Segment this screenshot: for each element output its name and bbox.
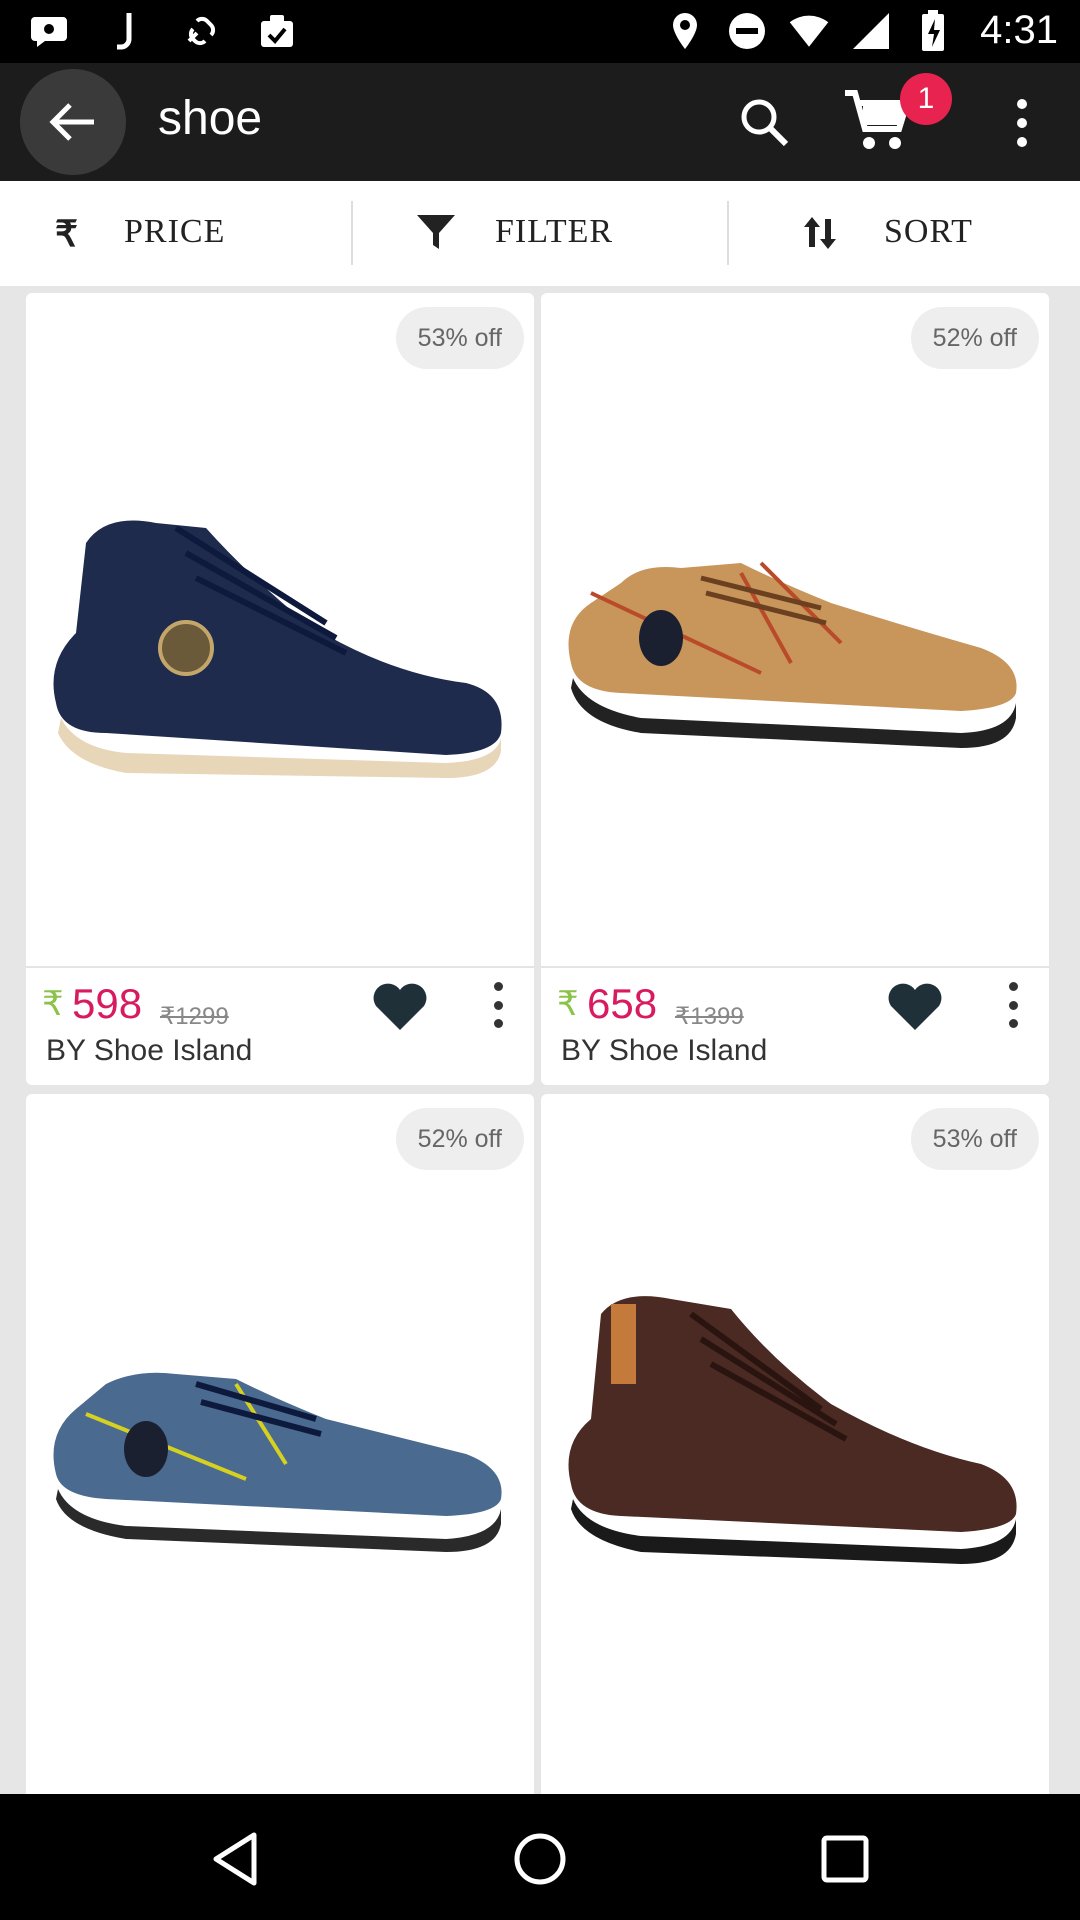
product-more-button[interactable] — [1003, 982, 1023, 1028]
clock-time: 4:31 — [980, 8, 1058, 52]
search-query-title[interactable]: shoe — [158, 91, 262, 146]
product-image[interactable] — [46, 1234, 516, 1614]
discount-badge: 53% off — [395, 307, 524, 369]
shoe-patch — [639, 610, 683, 666]
discount-badge: 53% off — [910, 1108, 1039, 1170]
system-nav-bar — [0, 1794, 1080, 1920]
divider — [351, 201, 353, 265]
sort-label: SORT — [884, 213, 973, 250]
product-more-button[interactable] — [488, 982, 508, 1028]
wishlist-heart-icon[interactable] — [887, 982, 943, 1032]
original-price: ₹1399 — [675, 1003, 744, 1030]
status-bar: 4:31 — [0, 0, 1080, 63]
overflow-menu-button[interactable] — [1002, 93, 1042, 153]
cellular-icon — [850, 10, 892, 52]
app-bar: shoe 1 — [0, 63, 1080, 181]
original-price: ₹1299 — [160, 1003, 229, 1030]
shoe-body — [53, 1372, 502, 1516]
price-filter-button[interactable]: ₹ PRICE — [0, 181, 360, 286]
back-button[interactable] — [20, 69, 126, 175]
circle-home-icon — [514, 1833, 566, 1885]
search-icon — [741, 99, 789, 147]
cart-count-badge: 1 — [900, 73, 952, 125]
location-icon — [664, 10, 706, 52]
do-not-disturb-icon — [726, 10, 768, 52]
sort-button[interactable]: SORT — [720, 181, 1080, 286]
more-vert-icon — [1017, 99, 1027, 109]
shoe-patch — [124, 1421, 168, 1477]
product-card[interactable]: 53% off — [541, 1094, 1049, 1794]
nav-home-button[interactable] — [505, 1824, 575, 1894]
sort-arrows-icon — [804, 217, 836, 249]
nav-back-button[interactable] — [200, 1824, 270, 1894]
square-recents-icon — [821, 1835, 869, 1883]
brand-name: BY Shoe Island — [46, 1034, 253, 1067]
product-image[interactable] — [561, 1234, 1031, 1614]
shoe-body — [568, 563, 1017, 711]
chat-bubble-icon — [28, 10, 70, 52]
product-footer: ₹ 658 ₹1399 BY Shoe Island — [541, 966, 1049, 1085]
search-button[interactable] — [733, 91, 795, 153]
link-app-icon — [180, 10, 222, 52]
triangle-back-icon — [213, 1832, 257, 1886]
j-app-icon — [104, 10, 146, 52]
product-card[interactable]: 52% off — [26, 1094, 534, 1794]
product-card[interactable]: 52% off ₹ 658 ₹1399 BY Shoe Island — [541, 293, 1049, 1085]
price-label: PRICE — [124, 213, 226, 250]
brand-name: BY Shoe Island — [561, 1034, 768, 1067]
filter-button[interactable]: FILTER — [360, 181, 720, 286]
wifi-icon — [788, 10, 830, 52]
discount-badge: 52% off — [910, 307, 1039, 369]
price: 658 — [587, 980, 658, 1027]
rupee-icon: ₹ — [55, 213, 78, 254]
battery-charging-icon — [912, 9, 954, 52]
funnel-icon — [417, 215, 455, 249]
product-image[interactable] — [561, 433, 1031, 813]
clipboard-check-icon — [256, 10, 298, 52]
filter-bar: ₹ PRICE FILTER SORT — [0, 181, 1080, 286]
product-grid: 53% off ₹ 598 ₹1299 BY Shoe Island 52% o… — [0, 286, 1080, 1794]
nav-recents-button[interactable] — [810, 1824, 880, 1894]
currency-symbol: ₹ — [557, 985, 579, 1023]
filter-label: FILTER — [495, 213, 614, 250]
currency-symbol: ₹ — [42, 985, 64, 1023]
product-card[interactable]: 53% off ₹ 598 ₹1299 BY Shoe Island — [26, 293, 534, 1085]
shoe-body — [53, 520, 502, 755]
product-image[interactable] — [46, 433, 516, 813]
product-footer: ₹ 598 ₹1299 BY Shoe Island — [26, 966, 534, 1085]
wishlist-heart-icon[interactable] — [372, 982, 428, 1032]
price: 598 — [72, 980, 143, 1027]
discount-badge: 52% off — [395, 1108, 524, 1170]
shoe-tab — [611, 1304, 636, 1384]
back-arrow-icon — [49, 103, 94, 141]
shoe-badge — [158, 620, 214, 676]
